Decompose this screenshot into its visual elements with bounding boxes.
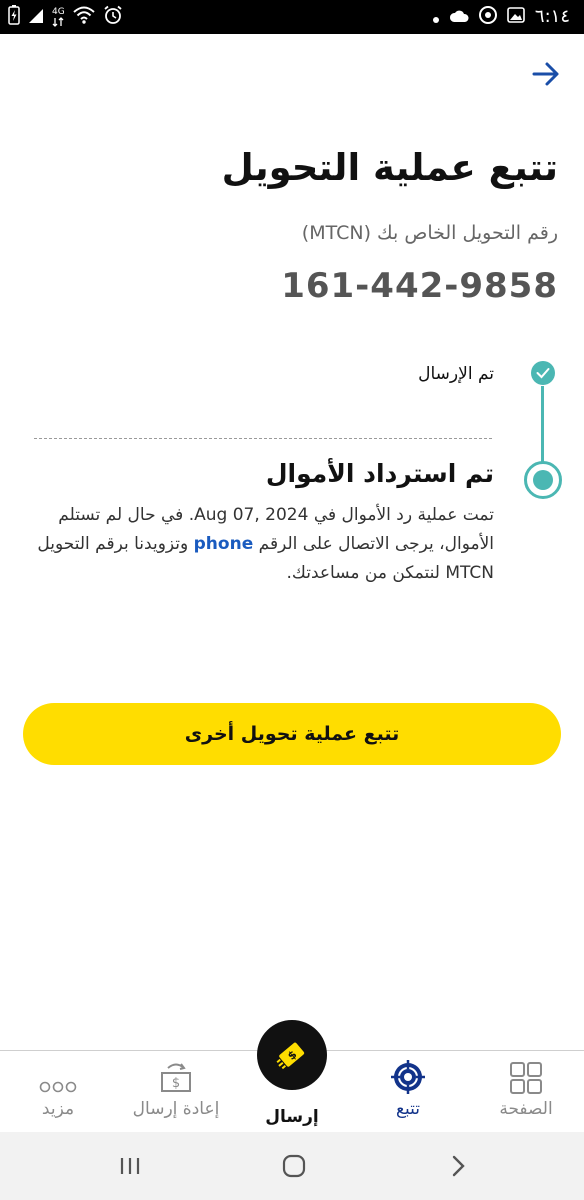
- back-button[interactable]: [528, 56, 564, 92]
- system-back-button[interactable]: [438, 1148, 478, 1184]
- phone-link[interactable]: phone: [194, 534, 254, 554]
- timeline-divider: [34, 438, 492, 439]
- wifi-icon: [73, 6, 95, 28]
- home-button[interactable]: [274, 1148, 314, 1184]
- network-type: 4G: [52, 6, 65, 27]
- target-icon: [390, 1051, 426, 1099]
- status-right: ٦:١٤: [432, 6, 570, 28]
- track-another-transfer-button[interactable]: تتبع عملية تحويل أخرى: [23, 703, 561, 765]
- arrow-right-icon: [532, 62, 559, 86]
- nav-item-more[interactable]: مزيد: [0, 1051, 116, 1133]
- nav-label-track: تتبع: [395, 1099, 421, 1119]
- cloud-icon: [449, 8, 469, 27]
- battery-charging-icon: [8, 5, 20, 29]
- signal-icon: [28, 6, 44, 28]
- nav-item-resend[interactable]: $ إعادة إرسال: [118, 1051, 234, 1133]
- page-title: تتبع عملية التحويل: [221, 146, 558, 189]
- recent-apps-button[interactable]: [110, 1148, 150, 1184]
- desc-part1: تمت عملية رد الأموال في: [308, 505, 494, 525]
- chevron-right-icon: [452, 1155, 465, 1177]
- mtcn-value: 161-442-9858: [281, 266, 558, 306]
- step-current-indicator: [524, 461, 562, 499]
- nav-item-home[interactable]: الصفحة: [468, 1051, 584, 1133]
- resend-money-icon: $: [158, 1051, 194, 1099]
- refund-date: Aug 07, 2024: [194, 505, 309, 525]
- nav-item-track[interactable]: تتبع: [350, 1051, 466, 1133]
- network-label: 4G: [52, 6, 65, 17]
- chrome-icon: [478, 6, 497, 28]
- timeline-connector: [541, 386, 544, 472]
- nav-label-send: إرسال: [265, 1107, 319, 1127]
- alarm-icon: [103, 5, 123, 29]
- check-icon: [536, 368, 550, 379]
- nav-label-more: مزيد: [41, 1099, 75, 1119]
- step-refunded-title: تم استرداد الأموال: [265, 459, 494, 488]
- home-icon: [282, 1154, 306, 1178]
- step-sent-label: تم الإرسال: [418, 364, 494, 384]
- step-refunded-description: تمت عملية رد الأموال في Aug 07, 2024. في…: [24, 501, 494, 588]
- nav-label-home: الصفحة: [499, 1099, 553, 1119]
- more-dots-icon: [39, 1051, 77, 1099]
- step-current-indicator-inner: [533, 470, 553, 490]
- svg-text:$: $: [172, 1076, 180, 1091]
- step-completed-indicator: [531, 361, 555, 385]
- status-bar: 4G ٦:١٤: [0, 0, 584, 34]
- nav-label-resend: إعادة إرسال: [132, 1099, 220, 1119]
- system-nav-bar: [0, 1132, 584, 1200]
- send-money-icon: $: [276, 1042, 305, 1070]
- send-fab-button[interactable]: $: [257, 1020, 327, 1090]
- mtcn-label: رقم التحويل الخاص بك (MTCN): [301, 222, 558, 244]
- grid-icon: [509, 1051, 543, 1099]
- status-left: 4G: [8, 5, 123, 29]
- gallery-icon: [507, 7, 525, 27]
- clock-time: ٦:١٤: [534, 6, 570, 27]
- recent-apps-icon: [120, 1158, 140, 1174]
- notification-dot-icon: [432, 8, 439, 27]
